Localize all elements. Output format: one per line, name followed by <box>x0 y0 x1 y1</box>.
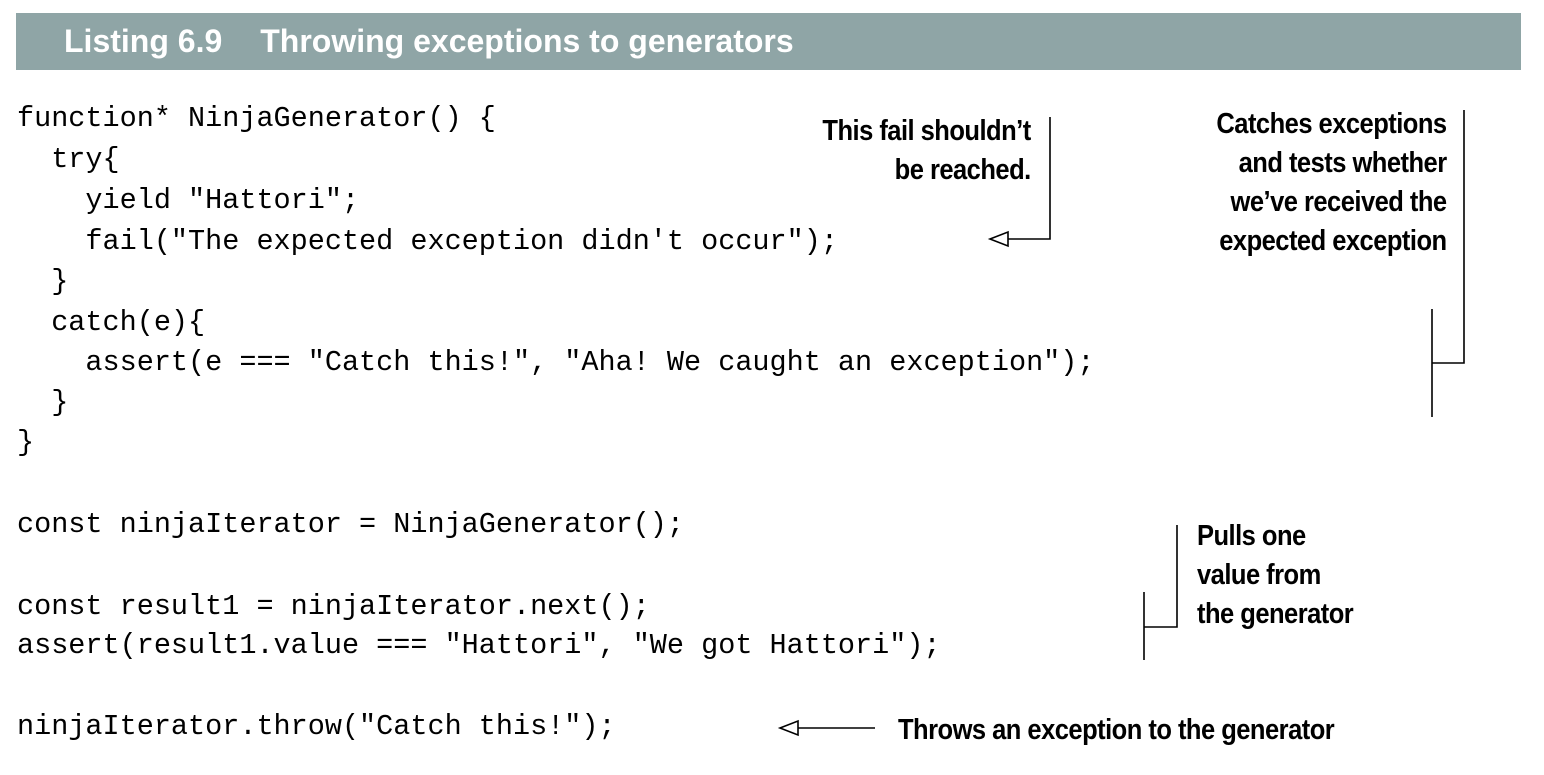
connector-line <box>1144 525 1178 628</box>
annotation-connectors <box>777 110 1465 737</box>
arrowhead-icon <box>987 230 1009 248</box>
connector-line <box>1008 117 1051 240</box>
connector-line <box>1432 110 1465 364</box>
arrowhead-icon <box>777 719 799 737</box>
